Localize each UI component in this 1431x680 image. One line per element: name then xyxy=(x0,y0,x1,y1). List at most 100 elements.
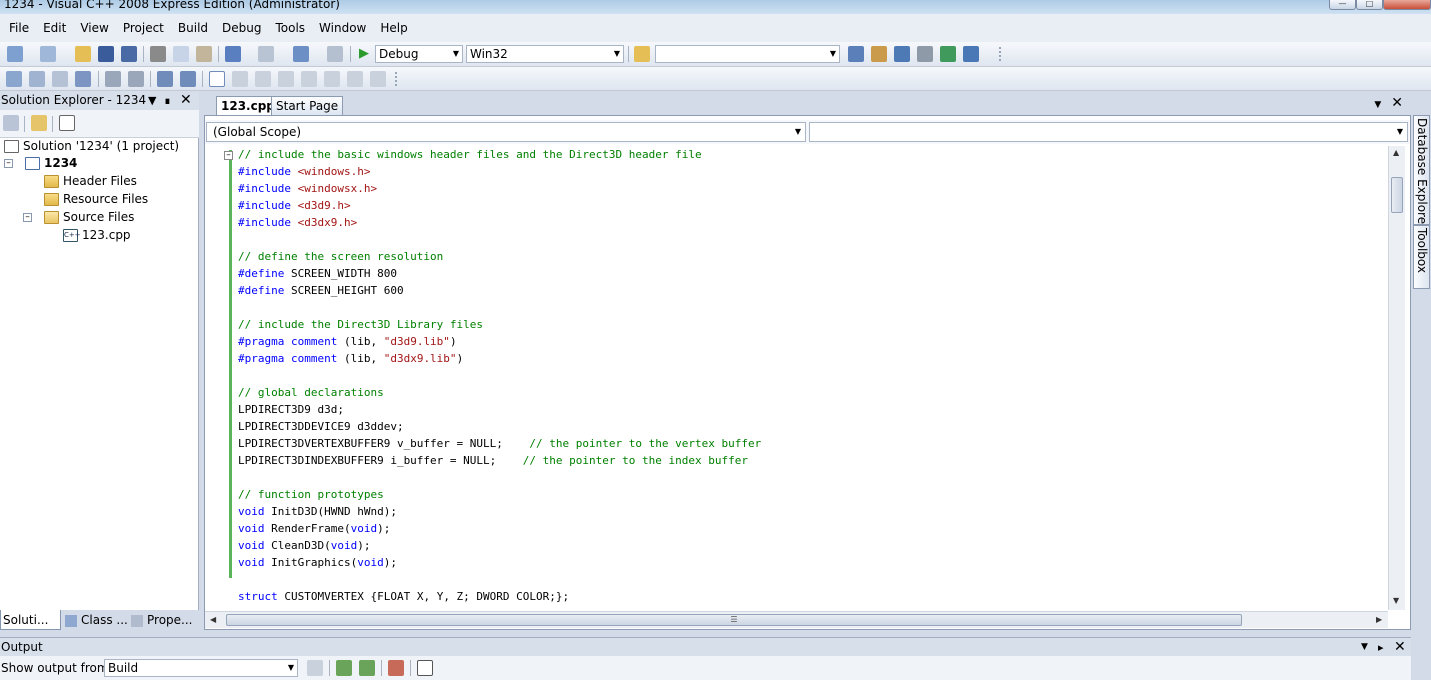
increase-indent-icon[interactable] xyxy=(128,71,144,87)
solution-configuration-select[interactable]: Debug ▼ xyxy=(375,45,463,63)
code-line[interactable] xyxy=(238,367,761,384)
tab-class-view[interactable]: Class ... xyxy=(63,610,128,630)
code-line[interactable]: #define SCREEN_HEIGHT 600 xyxy=(238,282,761,299)
clear-bookmarks-icon[interactable] xyxy=(370,71,386,87)
source-code[interactable]: // include the basic windows header file… xyxy=(238,146,761,605)
toolbox-icon[interactable] xyxy=(917,46,933,62)
go-to-previous-message-icon[interactable] xyxy=(336,660,352,676)
maximize-button[interactable]: □ xyxy=(1356,0,1383,10)
tab-start-page[interactable]: Start Page xyxy=(271,96,344,115)
next-bookmark-icon[interactable] xyxy=(255,71,271,87)
close-document-icon[interactable]: ✕ xyxy=(1391,95,1403,111)
active-files-dropdown-icon[interactable]: ▼ xyxy=(1374,100,1381,110)
save-all-icon[interactable] xyxy=(121,46,137,62)
code-line[interactable] xyxy=(238,571,761,588)
code-line[interactable]: // include the Direct3D Library files xyxy=(238,316,761,333)
collapse-project-toggle[interactable]: – xyxy=(4,159,13,168)
menu-file[interactable]: File xyxy=(2,14,36,42)
minimize-button[interactable]: — xyxy=(1329,0,1356,10)
code-line[interactable] xyxy=(238,231,761,248)
tree-resource-files[interactable]: Resource Files xyxy=(44,190,148,208)
navigate-forward-icon[interactable] xyxy=(327,46,343,62)
menu-view[interactable]: View xyxy=(73,14,115,42)
object-browser-icon[interactable] xyxy=(894,46,910,62)
menu-build[interactable]: Build xyxy=(171,14,215,42)
redo-icon[interactable] xyxy=(258,46,274,62)
find-message-in-code-icon[interactable] xyxy=(307,660,323,676)
find-combo[interactable]: ▼ xyxy=(655,45,840,63)
window-position-icon[interactable]: ▼ xyxy=(1361,638,1368,657)
tree-file-123-cpp[interactable]: C++123.cpp xyxy=(63,226,131,244)
menu-edit[interactable]: Edit xyxy=(36,14,73,42)
menu-tools[interactable]: Tools xyxy=(268,14,312,42)
show-all-files-icon[interactable] xyxy=(31,115,47,131)
toggle-bookmark-icon[interactable] xyxy=(209,71,225,87)
output-source-select[interactable]: Build ▼ xyxy=(104,659,298,677)
code-line[interactable]: #pragma comment (lib, "d3dx9.lib") xyxy=(238,350,761,367)
properties-icon[interactable] xyxy=(3,115,19,131)
close-panel-icon[interactable]: ✕ xyxy=(180,91,192,110)
solution-platform-select[interactable]: Win32 ▼ xyxy=(466,45,624,63)
code-line[interactable]: #define SCREEN_WIDTH 800 xyxy=(238,265,761,282)
code-line[interactable]: void InitGraphics(void); xyxy=(238,554,761,571)
code-line[interactable]: LPDIRECT3DINDEXBUFFER9 i_buffer = NULL; … xyxy=(238,452,761,469)
code-line[interactable]: #include <d3d9.h> xyxy=(238,197,761,214)
close-window-button[interactable] xyxy=(1383,0,1431,10)
code-line[interactable]: // global declarations xyxy=(238,384,761,401)
code-line[interactable]: LPDIRECT3DVERTEXBUFFER9 v_buffer = NULL;… xyxy=(238,435,761,452)
toolbar-overflow[interactable] xyxy=(999,47,1002,61)
tree-project[interactable]: 1234 xyxy=(25,154,77,172)
scope-select[interactable]: (Global Scope) ▼ xyxy=(206,122,806,142)
complete-word-icon[interactable] xyxy=(75,71,91,87)
code-line[interactable]: void CleanD3D(void); xyxy=(238,537,761,554)
code-line[interactable]: #include <windows.h> xyxy=(238,163,761,180)
collapse-source-files-toggle[interactable]: – xyxy=(23,213,32,222)
add-item-icon[interactable] xyxy=(40,46,56,62)
properties-window-icon[interactable] xyxy=(871,46,887,62)
outline-collapse-toggle[interactable]: – xyxy=(224,151,233,160)
auto-hide-pin-icon[interactable]: ▸ xyxy=(1378,638,1384,657)
code-line[interactable]: #include <d3dx9.h> xyxy=(238,214,761,231)
cut-icon[interactable] xyxy=(150,46,166,62)
code-text-area[interactable]: // include the basic windows header file… xyxy=(222,146,1388,610)
window-position-icon[interactable]: ▼ xyxy=(148,91,156,110)
vertical-scrollbar[interactable]: ▲ ▼ xyxy=(1388,146,1405,610)
scroll-left-icon[interactable]: ◀ xyxy=(210,615,216,624)
code-line[interactable] xyxy=(238,469,761,486)
code-line[interactable]: struct CUSTOMVERTEX {FLOAT X, Y, Z; DWOR… xyxy=(238,588,761,605)
parameter-info-icon[interactable] xyxy=(29,71,45,87)
code-line[interactable]: LPDIRECT3D9 d3d; xyxy=(238,401,761,418)
previous-bookmark-folder-icon[interactable] xyxy=(278,71,294,87)
next-bookmark-folder-icon[interactable] xyxy=(301,71,317,87)
next-bookmark-doc-icon[interactable] xyxy=(347,71,363,87)
tree-solution[interactable]: Solution '1234' (1 project) xyxy=(4,137,179,155)
start-page-icon[interactable] xyxy=(940,46,956,62)
menu-project[interactable]: Project xyxy=(116,14,171,42)
code-line[interactable]: void InitD3D(HWND hWnd); xyxy=(238,503,761,520)
close-output-icon[interactable]: ✕ xyxy=(1394,638,1406,657)
decrease-indent-icon[interactable] xyxy=(105,71,121,87)
copy-icon[interactable] xyxy=(173,46,189,62)
code-line[interactable] xyxy=(238,299,761,316)
member-select[interactable]: ▼ xyxy=(809,122,1408,142)
code-line[interactable]: // define the screen resolution xyxy=(238,248,761,265)
tab-property-manager[interactable]: Prope... xyxy=(129,610,197,630)
menu-window[interactable]: Window xyxy=(312,14,373,42)
tab-database-explorer[interactable]: Database Explorer xyxy=(1413,115,1430,229)
open-file-icon[interactable] xyxy=(75,46,91,62)
scroll-right-icon[interactable]: ▶ xyxy=(1376,615,1382,624)
tab-toolbox[interactable]: Toolbox xyxy=(1413,225,1430,289)
tree-header-files[interactable]: Header Files xyxy=(44,172,137,190)
code-line[interactable]: // function prototypes xyxy=(238,486,761,503)
toggle-word-wrap-icon[interactable] xyxy=(417,660,433,676)
uncomment-icon[interactable] xyxy=(180,71,196,87)
go-to-next-message-icon[interactable] xyxy=(359,660,375,676)
display-object-member-list-icon[interactable] xyxy=(6,71,22,87)
navigate-backward-icon[interactable] xyxy=(293,46,309,62)
vertical-scroll-thumb[interactable] xyxy=(1391,177,1403,213)
quick-info-icon[interactable] xyxy=(52,71,68,87)
code-line[interactable]: #include <windowsx.h> xyxy=(238,180,761,197)
auto-hide-pin-icon[interactable]: ∎ xyxy=(164,91,171,110)
command-window-icon[interactable] xyxy=(963,46,979,62)
code-line[interactable]: void RenderFrame(void); xyxy=(238,520,761,537)
